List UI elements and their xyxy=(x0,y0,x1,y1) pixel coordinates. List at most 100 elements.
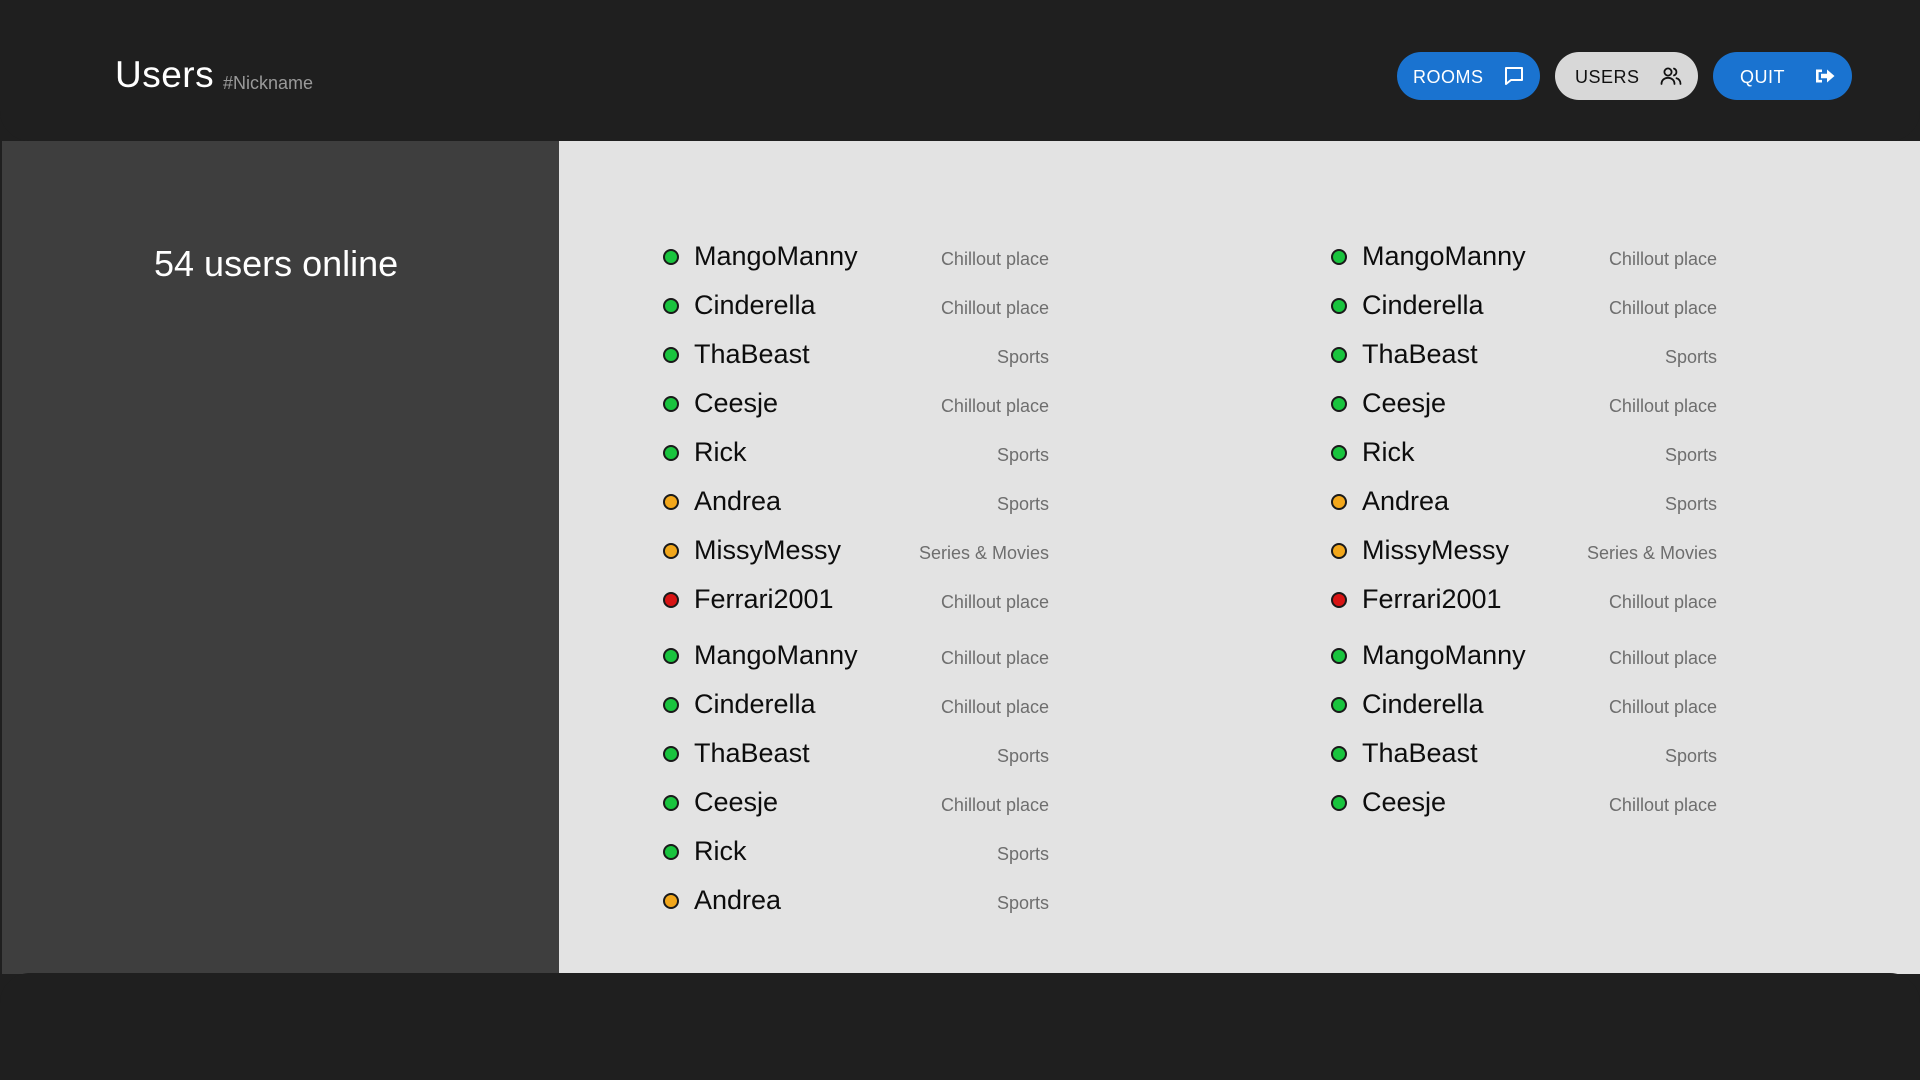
user-room: Chillout place xyxy=(940,249,1049,269)
user-row[interactable]: Ceesje Chillout place xyxy=(1331,384,1717,424)
user-row[interactable]: MangoManny Chillout place xyxy=(1331,237,1717,277)
status-dot-away xyxy=(663,543,679,559)
user-room: Sports xyxy=(996,893,1049,913)
user-room: Sports xyxy=(996,746,1049,766)
quit-button-label: QUIT xyxy=(1740,67,1785,87)
user-name: Cinderella xyxy=(1362,689,1484,719)
user-name: MangoManny xyxy=(1362,640,1526,670)
rooms-button[interactable]: ROOMS xyxy=(1397,52,1540,100)
status-dot-busy xyxy=(1331,592,1347,608)
user-row[interactable]: Andrea Sports xyxy=(1331,482,1717,522)
user-room: Chillout place xyxy=(940,648,1049,668)
user-row[interactable]: Ceesje Chillout place xyxy=(663,783,1049,823)
page-title: Users xyxy=(115,54,215,95)
user-name: Rick xyxy=(694,437,747,467)
user-row[interactable]: MangoManny Chillout place xyxy=(663,636,1049,676)
status-dot-online xyxy=(663,697,679,713)
user-room: Chillout place xyxy=(940,795,1049,815)
user-name: Cinderella xyxy=(1362,290,1484,320)
user-name: Ceesje xyxy=(1362,388,1447,418)
user-name: Cinderella xyxy=(694,689,816,719)
status-dot-online xyxy=(1331,648,1347,664)
user-row[interactable]: Rick Sports xyxy=(663,433,1049,473)
user-row[interactable]: Cinderella Chillout place xyxy=(663,685,1049,725)
user-room: Chillout place xyxy=(1608,697,1717,717)
status-dot-busy xyxy=(663,592,679,608)
user-list-panel: MangoManny Chillout place Cinderella Chillo… xyxy=(559,141,1920,974)
user-row[interactable]: ThaBeast Sports xyxy=(663,734,1049,774)
user-row[interactable]: Cinderella Chillout place xyxy=(1331,685,1717,725)
user-room: Chillout place xyxy=(1608,795,1717,815)
user-row[interactable]: Ceesje Chillout place xyxy=(1331,783,1717,823)
status-dot-online xyxy=(1331,249,1347,265)
users-icon xyxy=(1660,67,1682,85)
status-dot-online xyxy=(1331,746,1347,762)
user-name: Cinderella xyxy=(694,290,816,320)
user-row[interactable]: Cinderella Chillout place xyxy=(663,286,1049,326)
user-name: Rick xyxy=(1362,437,1415,467)
status-dot-online xyxy=(663,795,679,811)
user-name: MissyMessy xyxy=(1362,535,1509,565)
user-row[interactable]: MangoManny Chillout place xyxy=(1331,636,1717,676)
status-dot-online xyxy=(663,844,679,860)
user-name: Andrea xyxy=(694,486,782,516)
app-footer xyxy=(0,973,1920,1080)
status-dot-away xyxy=(663,893,679,909)
user-room: Sports xyxy=(1664,445,1717,465)
user-room: Sports xyxy=(996,494,1049,514)
user-row[interactable]: Ceesje Chillout place xyxy=(663,384,1049,424)
status-dot-online xyxy=(663,648,679,664)
chat-bubble-icon xyxy=(1505,67,1523,85)
user-row[interactable]: ThaBeast Sports xyxy=(1331,734,1717,774)
status-dot-online xyxy=(1331,347,1347,363)
sidebar-edge xyxy=(0,141,2,974)
user-row[interactable]: Andrea Sports xyxy=(663,881,1049,921)
quit-button[interactable]: QUIT xyxy=(1713,52,1852,100)
status-dot-online xyxy=(1331,697,1347,713)
user-name: ThaBeast xyxy=(694,738,810,768)
user-name: Ferrari2001 xyxy=(1362,584,1502,614)
status-dot-away xyxy=(1331,543,1347,559)
status-dot-online xyxy=(663,249,679,265)
status-dot-away xyxy=(663,494,679,510)
status-dot-away xyxy=(1331,494,1347,510)
users-button[interactable]: USERS xyxy=(1555,52,1698,100)
user-room: Chillout place xyxy=(940,592,1049,612)
user-room: Sports xyxy=(996,445,1049,465)
user-room: Chillout place xyxy=(1608,298,1717,318)
user-room: Chillout place xyxy=(1608,648,1717,668)
user-name: ThaBeast xyxy=(1362,339,1478,369)
user-row[interactable]: Rick Sports xyxy=(1331,433,1717,473)
user-room: Sports xyxy=(1664,746,1717,766)
user-row[interactable]: Cinderella Chillout place xyxy=(1331,286,1717,326)
logout-icon xyxy=(1816,69,1835,83)
status-dot-online xyxy=(1331,445,1347,461)
users-button-label: USERS xyxy=(1575,67,1640,87)
user-name: MissyMessy xyxy=(694,535,841,565)
user-room: Sports xyxy=(996,347,1049,367)
user-name: Andrea xyxy=(1362,486,1450,516)
user-row[interactable]: Ferrari2001 Chillout place xyxy=(663,580,1049,620)
nickname-label: #Nickname xyxy=(223,73,314,93)
user-row[interactable]: ThaBeast Sports xyxy=(1331,335,1717,375)
app-header: Users #Nickname ROOMS USERS QUIT xyxy=(0,0,1920,141)
user-row[interactable]: MangoManny Chillout place xyxy=(663,237,1049,277)
user-row[interactable]: Ferrari2001 Chillout place xyxy=(1331,580,1717,620)
user-row[interactable]: MissyMessy Series & Movies xyxy=(663,531,1049,571)
status-dot-online xyxy=(663,445,679,461)
rooms-button-label: ROOMS xyxy=(1413,67,1484,87)
user-row[interactable]: Rick Sports xyxy=(663,832,1049,872)
user-name: Ceesje xyxy=(694,787,779,817)
user-row[interactable]: Andrea Sports xyxy=(663,482,1049,522)
user-name: Ferrari2001 xyxy=(694,584,834,614)
online-count: 54 users online xyxy=(154,243,399,284)
status-dot-online xyxy=(663,347,679,363)
status-dot-online xyxy=(1331,795,1347,811)
user-name: MangoManny xyxy=(1362,241,1526,271)
user-row[interactable]: ThaBeast Sports xyxy=(663,335,1049,375)
status-dot-online xyxy=(663,746,679,762)
user-room: Chillout place xyxy=(940,298,1049,318)
user-row[interactable]: MissyMessy Series & Movies xyxy=(1331,531,1717,571)
user-name: Andrea xyxy=(694,885,782,915)
user-name: MangoManny xyxy=(694,241,858,271)
